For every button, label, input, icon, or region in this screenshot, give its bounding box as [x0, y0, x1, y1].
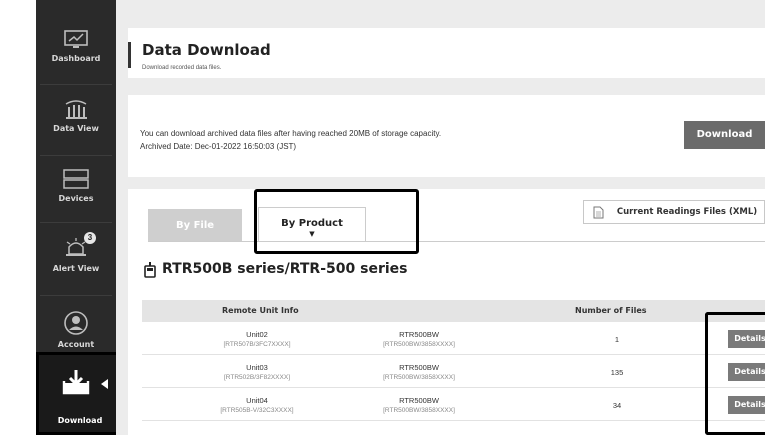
highlight-box-tab [254, 189, 419, 254]
model-name: RTR500BW [399, 330, 439, 339]
model-id: [RTR500BW/3858XXXX] [383, 341, 455, 348]
sidebar-item-devices[interactable]: Devices [36, 168, 116, 203]
sidebar-label-account: Account [57, 340, 95, 349]
table-row: Unit04 [RTR505B-V/32C3XXXX] RTR500BW [RT… [142, 388, 765, 421]
sidebar-item-dashboard[interactable]: Dashboard [36, 30, 116, 63]
table-header: Remote Unit Info Number of Files [142, 300, 765, 322]
main-content: Data Download Download recorded data fil… [116, 0, 765, 435]
data-view-icon [65, 100, 87, 119]
top-strip [0, 0, 36, 10]
archive-info: You can download archived data files aft… [140, 127, 441, 153]
tab-by-file[interactable]: By File [148, 209, 242, 242]
unit-name: Unit03 [246, 363, 268, 372]
sidebar-item-alert-view[interactable]: 3 Alert View [36, 232, 116, 273]
document-icon [593, 206, 604, 219]
model-id: [RTR500BW/3858XXXX] [383, 407, 455, 414]
column-number-of-files: Number of Files [575, 306, 647, 315]
highlight-box-details [705, 312, 765, 435]
dashboard-icon [64, 30, 88, 48]
model-name: RTR500BW [399, 363, 439, 372]
model-cell: RTR500BW [RTR500BW/3858XXXX] [364, 330, 474, 350]
unit-cell: Unit02 [RTR507B/3FC7XXXX] [202, 330, 312, 350]
account-icon [64, 311, 88, 335]
divider [40, 295, 112, 296]
logger-device-icon [144, 262, 156, 278]
archive-date: Archived Date: Dec-01-2022 16:50:03 (JST… [140, 142, 297, 151]
page-subtitle: Download recorded data files. [142, 65, 222, 71]
sidebar-item-account[interactable]: Account [36, 310, 116, 349]
file-count: 1 [614, 335, 620, 344]
model-name: RTR500BW [399, 396, 439, 405]
model-id: [RTR500BW/3858XXXX] [383, 374, 455, 381]
model-cell: RTR500BW [RTR500BW/3858XXXX] [364, 396, 474, 416]
model-cell: RTR500BW [RTR500BW/3858XXXX] [364, 363, 474, 383]
page-title: Data Download [142, 41, 271, 59]
page-header-card: Data Download Download recorded data fil… [128, 28, 765, 78]
unit-cell: Unit03 [RTR502B/3F82XXXX] [202, 363, 312, 383]
alert-count-badge: 3 [84, 232, 96, 244]
sidebar-item-download[interactable]: Download [36, 352, 124, 435]
table-row: Unit03 [RTR502B/3F82XXXX] RTR500BW [RTR5… [142, 355, 765, 388]
unit-name: Unit04 [246, 396, 268, 405]
download-icon [62, 370, 90, 395]
unit-cell: Unit04 [RTR505B-V/32C3XXXX] [202, 396, 312, 416]
current-readings-files-button[interactable]: Current Readings Files (XML) [583, 200, 765, 224]
sidebar-item-data-view[interactable]: Data View [36, 98, 116, 133]
file-count: 135 [610, 368, 624, 377]
current-readings-label: Current Readings Files (XML) [616, 207, 758, 217]
unit-id: [RTR507B/3FC7XXXX] [223, 341, 291, 348]
series-title: RTR500B series/RTR-500 series [162, 261, 408, 277]
divider [40, 155, 112, 156]
sidebar-label-download: Download [57, 416, 103, 425]
sidebar-label-data-view: Data View [53, 124, 99, 133]
download-archive-button[interactable]: Download [684, 121, 765, 149]
sidebar-label-dashboard: Dashboard [51, 54, 101, 63]
tab-divider [148, 241, 765, 242]
unit-id: [RTR502B/3F82XXXX] [224, 374, 290, 381]
file-count: 34 [612, 401, 622, 410]
sidebar-label-alert-view: Alert View [52, 264, 100, 273]
title-accent-bar [128, 42, 131, 68]
archive-card: You can download archived data files aft… [128, 95, 765, 177]
archive-description: You can download archived data files aft… [140, 129, 442, 138]
unit-name: Unit02 [246, 330, 268, 339]
divider [40, 222, 112, 223]
products-card: By File By Product ▼ Current Readings Fi… [128, 189, 765, 435]
table-row: Unit02 [RTR507B/3FC7XXXX] RTR500BW [RTR5… [142, 322, 765, 355]
unit-id: [RTR505B-V/32C3XXXX] [220, 407, 294, 414]
divider [40, 84, 112, 85]
devices-icon [63, 169, 89, 189]
sidebar-label-devices: Devices [58, 194, 94, 203]
column-remote-unit-info: Remote Unit Info [222, 306, 299, 315]
caret-left-icon [101, 379, 108, 389]
